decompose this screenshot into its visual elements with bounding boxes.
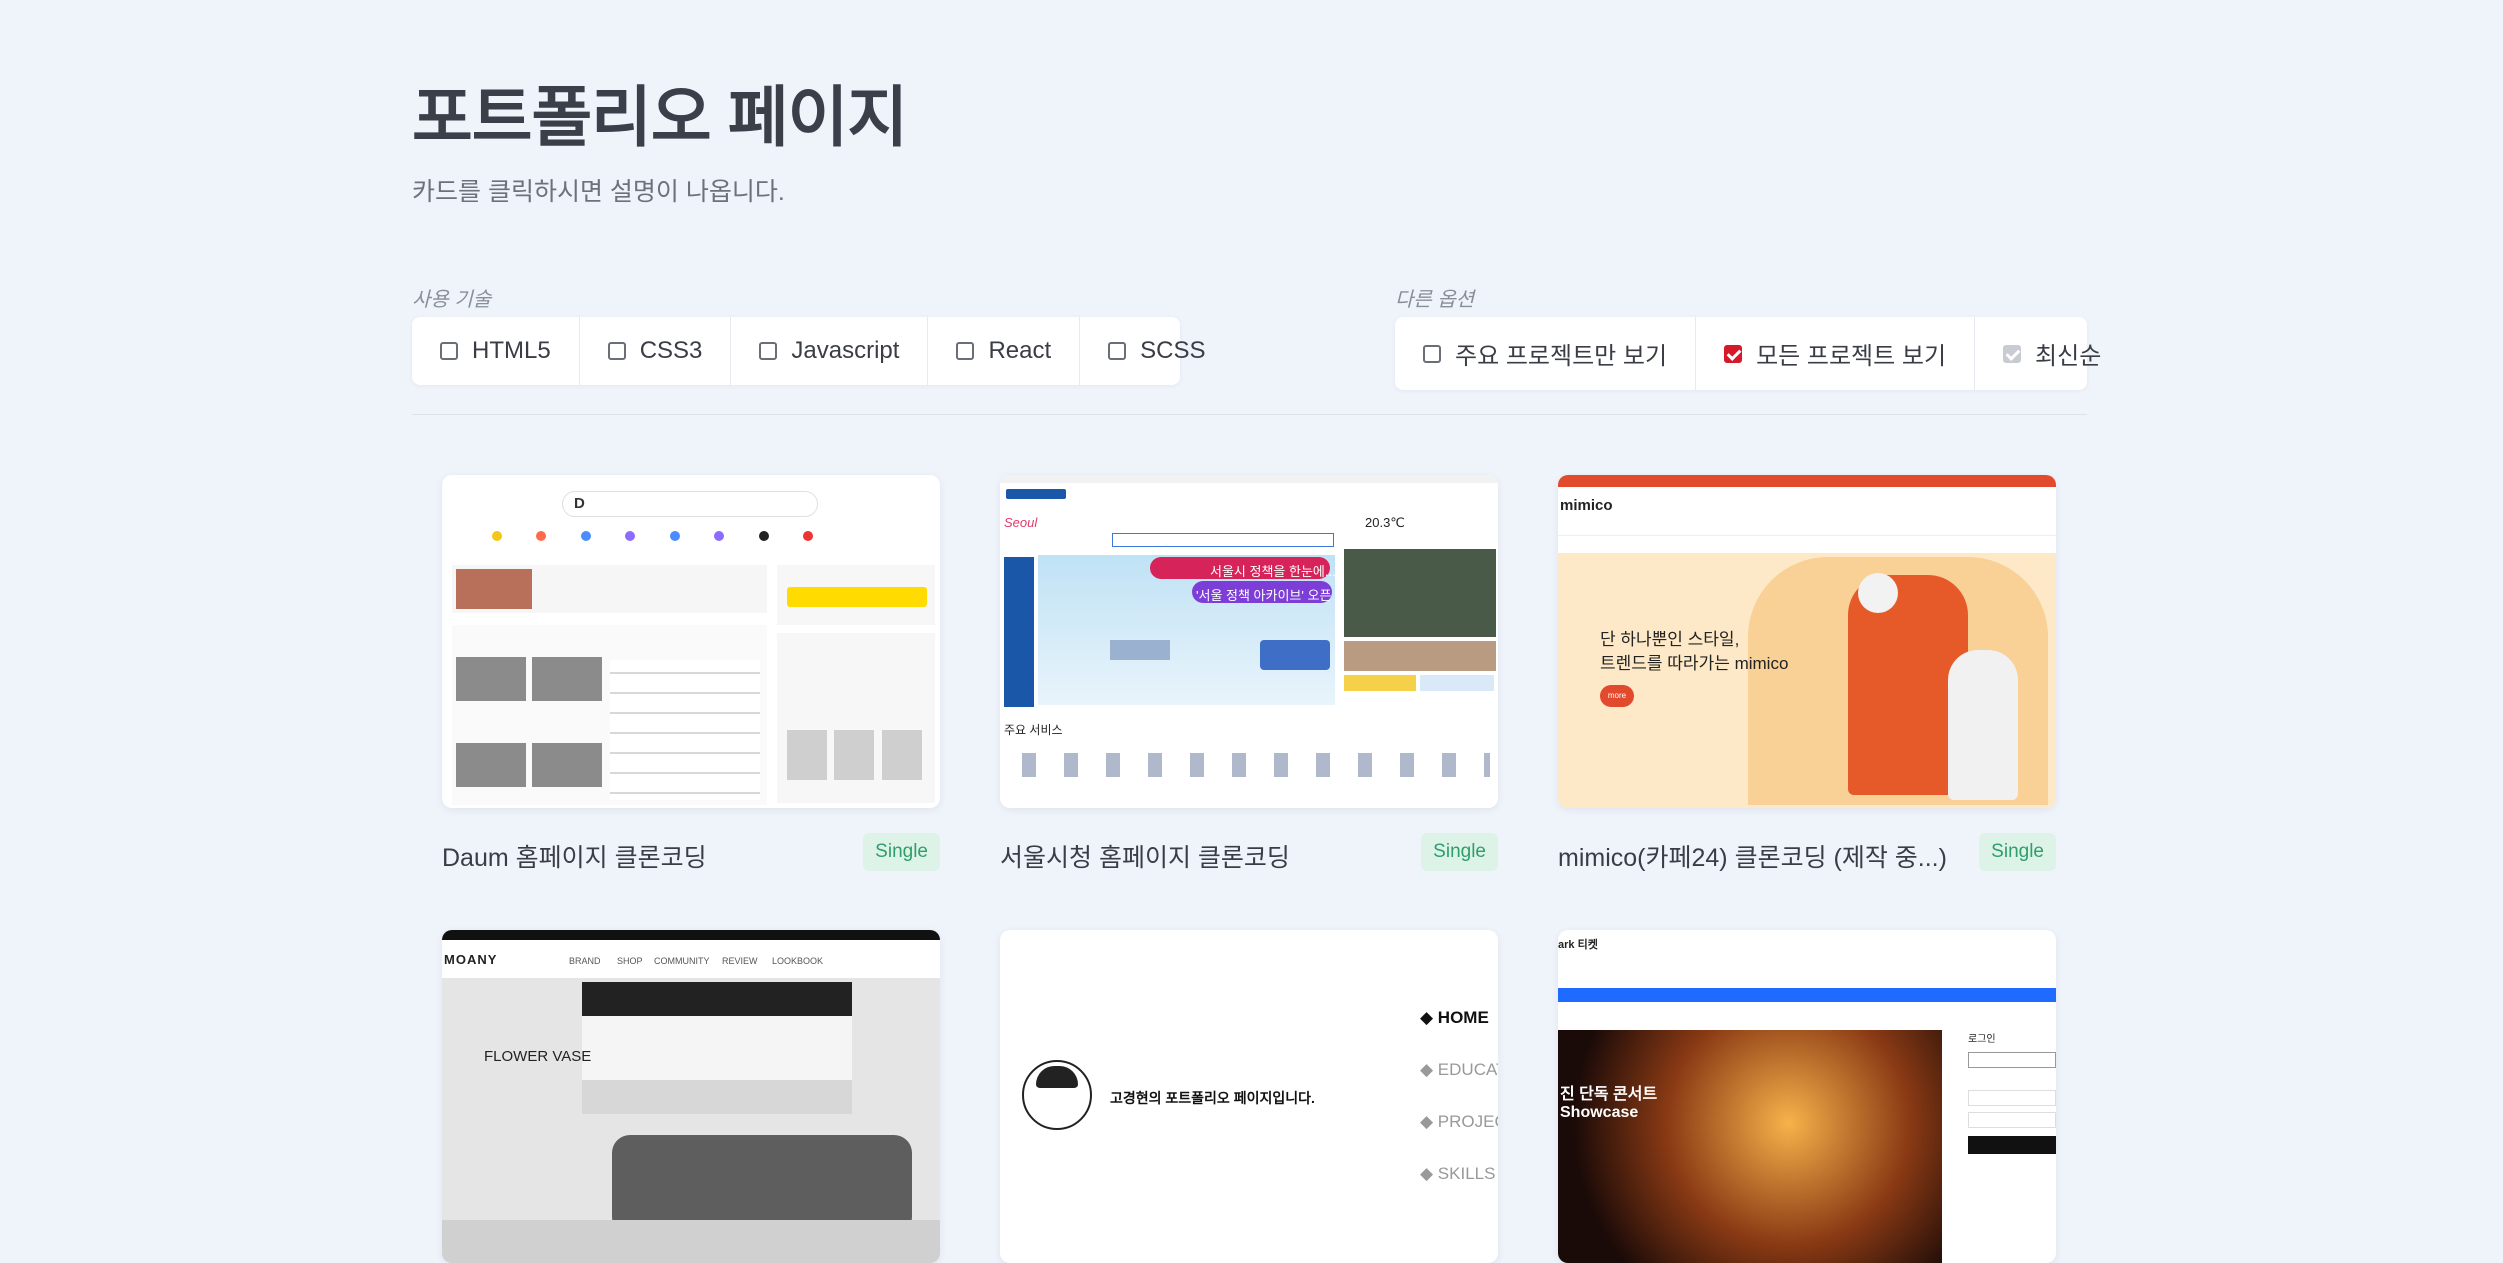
react-checkbox[interactable]	[956, 342, 975, 360]
page-title: 포트폴리오 페이지	[412, 80, 908, 154]
filter-html5[interactable]: HTML5	[412, 317, 579, 385]
html5-checkbox[interactable]	[440, 342, 458, 360]
filter-all-projects[interactable]: 모든 프로젝트 보기	[1695, 317, 1974, 390]
css3-checkbox[interactable]	[607, 342, 626, 360]
javascript-checkbox[interactable]	[759, 342, 778, 360]
tech-filter-label: 사용 기술	[412, 289, 492, 311]
tech-filter-group: HTML5 CSS3 Javascript React SCSS	[412, 317, 1206, 385]
filter-latest[interactable]: 최신순	[1974, 317, 2129, 390]
divider	[412, 414, 2087, 415]
card-title: mimico(카페24) 클론코딩 (제작 중...)	[1558, 844, 1947, 872]
project-card-seoul[interactable]: Seoul 서울시 정책을 한눈에... '서울 정책 아카이브' 오픈 20.…	[1000, 475, 1498, 872]
options-filter-label: 다른 옵션	[1395, 289, 1475, 311]
moany-thumbnail: MOANY BRAND SHOP COMMUNITY REVIEW LOOKBO…	[442, 930, 940, 1263]
scss-checkbox[interactable]	[1108, 342, 1127, 360]
project-card-daum[interactable]: D Daum 홈페이지 클론코딩 Single	[442, 475, 940, 872]
ticket-thumbnail: ark 티켓 진 단독 콘서트 Showcase 로그인	[1558, 930, 2056, 1263]
project-card-moany[interactable]: MOANY BRAND SHOP COMMUNITY REVIEW LOOKBO…	[442, 930, 940, 1263]
options-filter-group: 주요 프로젝트만 보기 모든 프로젝트 보기 최신순	[1395, 317, 2101, 390]
project-card-mimico[interactable]: mimico 단 하나뿐인 스타일, 트렌드를 따라가는 mimico more…	[1558, 475, 2056, 872]
card-badge: Single	[863, 833, 940, 871]
page-subtitle: 카드를 클릭하시면 설명이 나옵니다.	[412, 178, 785, 206]
card-badge: Single	[1421, 833, 1498, 871]
latest-checkbox	[2003, 344, 2022, 363]
all-projects-checkbox[interactable]	[1724, 344, 1743, 363]
main-projects-checkbox[interactable]	[1423, 344, 1441, 363]
card-badge: Single	[1979, 833, 2056, 871]
daum-thumbnail: D	[442, 475, 940, 808]
mimico-thumbnail: mimico 단 하나뿐인 스타일, 트렌드를 따라가는 mimico more	[1558, 475, 2056, 808]
project-card-portfolio[interactable]: 고경현의 포트폴리오 페이지입니다. ◆ HOME ◆ EDUCAT ◆ PRO…	[1000, 930, 1498, 1263]
filter-react[interactable]: React	[927, 317, 1079, 385]
card-title: 서울시청 홈페이지 클론코딩	[1000, 844, 1290, 872]
seoul-thumbnail: Seoul 서울시 정책을 한눈에... '서울 정책 아카이브' 오픈 20.…	[1000, 475, 1498, 808]
portfolio-thumbnail: 고경현의 포트폴리오 페이지입니다. ◆ HOME ◆ EDUCAT ◆ PRO…	[1000, 930, 1498, 1263]
filter-css3[interactable]: CSS3	[578, 317, 731, 385]
card-title: Daum 홈페이지 클론코딩	[442, 844, 707, 872]
filter-scss[interactable]: SCSS	[1079, 317, 1233, 385]
project-card-ticket[interactable]: ark 티켓 진 단독 콘서트 Showcase 로그인	[1558, 930, 2056, 1263]
filter-main-projects[interactable]: 주요 프로젝트만 보기	[1395, 317, 1695, 390]
filter-javascript[interactable]: Javascript	[730, 317, 927, 385]
